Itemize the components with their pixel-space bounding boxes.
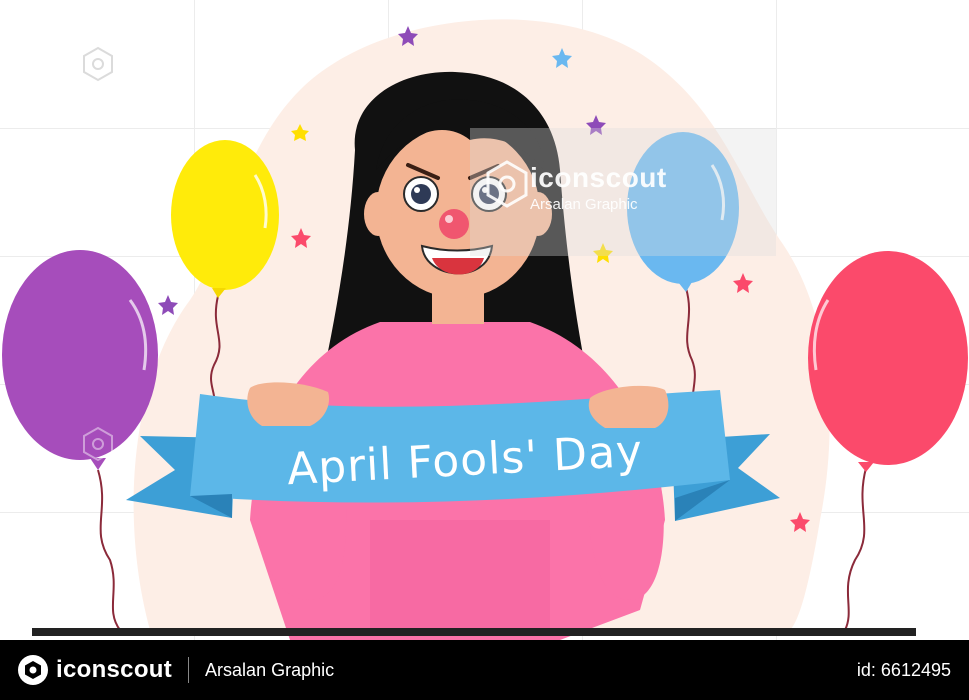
footer-bar: iconscout Arsalan Graphic id: 6612495 <box>0 640 969 700</box>
watermark-brand: iconscout <box>530 162 667 193</box>
balloon-string <box>97 469 121 631</box>
watermark-author: Arsalan Graphic <box>530 196 638 213</box>
balloon-purple <box>2 250 158 470</box>
illustration: April Fools' Day iconscout Arsalan Graph… <box>0 0 969 700</box>
footer-author[interactable]: Arsalan Graphic <box>205 660 334 681</box>
eye-shine <box>414 187 420 193</box>
clown-nose <box>439 209 469 239</box>
pupil <box>411 184 431 204</box>
footer-brand: iconscout <box>56 656 173 683</box>
sweater-body-shade <box>370 520 550 630</box>
balloon-string <box>844 467 867 631</box>
balloon-red <box>808 251 968 472</box>
footer-asset-id: id: 6612495 <box>856 659 951 680</box>
scene-svg <box>2 19 968 640</box>
footer-top-bar <box>32 628 916 636</box>
nose-shine <box>445 215 453 223</box>
star-icon <box>158 295 178 315</box>
footer-divider <box>188 657 190 683</box>
iconscout-logo-icon <box>18 655 48 685</box>
watermark-text: iconscout Arsalan Graphic <box>530 162 667 213</box>
footer-logo[interactable]: iconscout <box>18 655 172 685</box>
ear-left <box>364 192 392 236</box>
hand-left <box>247 382 330 426</box>
watermark-icon <box>83 46 113 82</box>
